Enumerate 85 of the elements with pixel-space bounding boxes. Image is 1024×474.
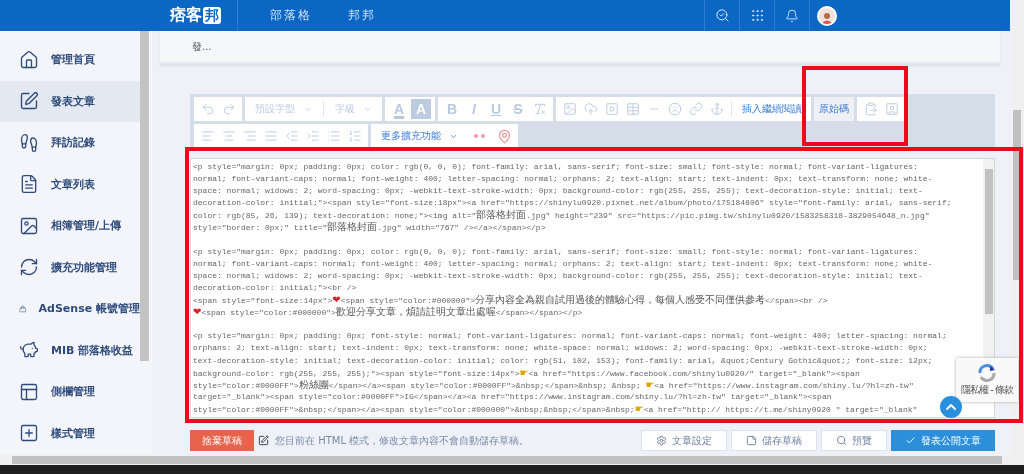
anchor-icon [709,102,724,116]
footprint-icon [19,132,39,153]
code-line: <p style="margin: 0px; padding: 0px; font-style: normal; font-variant-ligatures: normal; font-variant-caps: normal; font-weight: 400; letter-spacing: normal; [193,330,947,343]
sidebar-item[interactable]: 文章列表 [0,163,140,205]
align-right-icon [242,129,257,143]
code-line: color: rgb(85, 26, 139); text-decoration: none;"><img alt="部落格封面.jpg" height="239" src="https://pic.pimg.tw/shinylu0920/1583258318-3829054648_n.jpg" [193,209,930,221]
logo-badge: 邦 [203,7,221,24]
image-icon [19,215,39,236]
recaptcha-icon [977,363,997,382]
sidebar-item[interactable]: 相簿管理/上傳 [0,205,140,247]
add-icon [19,423,39,444]
sidebar-item[interactable]: 拜訪記錄 [0,122,140,164]
code-line: <span style="font-size:14px">❤<span style="color:#000000">分享內容全為親自試用過後的體驗心得，每個人感受不同僅供參考</span><br /> [193,294,828,306]
code-line: orphans: 2; text-align: start; text-indent: 0px; text-transform: none; white-space: normal; widows: 2; word-spacing: 0px; -webkit-text-stroke-width: 0px; [193,342,928,355]
nav-link[interactable]: 部落格 [270,7,312,24]
gear-icon [656,435,667,446]
map-pin-icon [497,128,512,144]
numbered-list-icon [347,129,362,143]
check-icon [905,435,916,446]
indent-icon [305,129,320,143]
search-icon [836,435,847,446]
table-icon [625,102,640,116]
face-icon [667,102,682,116]
recaptcha-text[interactable]: 隱私權 - 條款 [961,382,1013,397]
justify-icon [263,129,278,143]
note-icon [746,435,757,446]
code-line: space: normal; widows: 2; word-spacing: 0px; -webkit-text-stroke-width: 0px; background-color: rgb(255, 255, 255); text-decoration-style: initial; text- [193,185,923,198]
discard-draft-button[interactable]: 捨棄草稿 [190,430,254,451]
avatar-icon [817,5,837,26]
edit-icon [19,91,39,112]
sidebar-item[interactable]: AdSense 帳號管理 [0,288,140,330]
nav-link[interactable]: 邦邦 [348,7,376,24]
html-mode-notice: 您目前在 HTML 模式，修改文章內容不會自動儲存草稿。 [275,433,530,448]
layout-icon [19,381,39,402]
logo-text: 痞客 [170,5,202,26]
home-icon [19,49,39,70]
code-line: style="border: 0px;" title="部落格封面.jpg" width="767" /></a></span></p> [193,221,546,234]
code-line: target="_blank"><span style="color:#0000FF">IG</span></a><a href="https://www.instagram.com/shiny.lu/?hl=zh-tw" target="_blank"><span [193,390,832,403]
code-line: style="color:#0000FF">粉絲團</span></a><span style="color:#0000FF">&nbsp;</span>&nbsp; &nbsp; ☛<a href="https://www.instagram.com/shiny.lu/?hl=zh-tw" [193,378,914,391]
code-line: text-decoration-style: initial; text-decoration-color: initial; color: rgb(51, 102, 153); font-family: arial, &quot;Century Gothic&quot;; font-size: 12px; [193,354,933,367]
search-icon [714,8,730,23]
clipboard-icon [863,102,878,116]
code-line: style="color:#0000FF">&nbsp;</span></a><span style="color:#000000">&nbsp;&nbsp;</span>&nbsp;☛<a href="http:// https://t.me/shiny0920 " target="_blank" [193,402,918,415]
code-line: ❤<span style="color:#000000">歡迎分享文章，煩請註明文章出處喔</span></span></p> [193,306,583,319]
horizontal-scrollbar[interactable] [0,455,1024,465]
outdent-icon [284,129,299,143]
editor-scrollbar[interactable] [983,159,994,359]
source-code-button[interactable]: 原始碼 [814,97,854,121]
sidebar-item[interactable]: MIB 部落格收益 [0,329,140,371]
code-line: decoration-color: initial;"><br /> [193,281,357,294]
user-card-icon [884,102,899,116]
code-line: background-color: rgb(255, 255, 255);"><span style="font-size:14px">☛<a href="https://www.facebook.com/shinylu0920/" target="_blank"><span [193,366,860,379]
code-line: normal; font-variant-caps: normal; font-weight: 400; letter-spacing: normal; orphans: 2; text-align: start; text-indent: 0px; text-transform: none; white- [193,173,933,186]
link-icon [688,102,703,116]
grid-icon [749,8,765,23]
sidebar-item[interactable]: 擴充功能管理 [0,246,140,288]
sidebar-item[interactable]: 側欄管理 [0,371,140,413]
code-line: space: normal; widows: 2; word-spacing: 0px; -webkit-text-stroke-width: 0px; background-color: rgb(255, 255, 255); text-decoration-style: initial; text- [193,269,923,282]
refresh-icon [19,257,39,278]
bullet-list-icon [326,129,341,143]
title-field[interactable]: 發... [192,39,212,54]
code-line: decoration-color: initial;"><span style="font-size:18px"><a href="https://shinylu0920.pixnet.net/album/photo/175184806" style="font-family: arial, sans-serif; [193,197,952,209]
cloud-upload-icon [583,102,598,116]
dots-icon [474,134,485,138]
image-icon [562,102,577,116]
undo-icon [200,102,215,116]
clear-format-icon [532,102,547,116]
align-left-icon [200,129,215,143]
redo-icon [221,102,236,116]
sidebar-scrollbar[interactable] [140,31,152,455]
sidebar-item[interactable]: 樣式管理 [0,412,140,454]
video-icon [604,102,619,116]
bell-icon [785,8,799,23]
code-line: <p style="margin: 0px; padding: 0px; color: rgb(0, 0, 0); font-family: arial, sans-serif; font-size: small; font-style: normal; font-variant-ligatures: [193,245,918,258]
code-line: <p style="margin: 0px; padding: 0px; color: rgb(0, 0, 0); font-family: arial, sans-serif; font-size: small; font-style: normal; font-variant-ligatures: [193,161,918,173]
sidebar-item[interactable]: 發表文章 [0,80,140,122]
code-line: normal; font-variant-caps: normal; font-weight: 400; letter-spacing: normal; orphans: 2; text-align: start; text-indent: 0px; text-transform: none; white- [193,257,933,270]
document-icon [19,174,39,195]
footer-button[interactable]: 發表公開文章 [891,430,995,451]
edit-icon [258,435,269,446]
footer-button[interactable]: 預覽 [821,430,887,451]
sidebar-item[interactable]: 管理首頁 [0,39,140,81]
footer-button[interactable]: 儲存草稿 [731,430,817,451]
footer-button[interactable]: 文章設定 [641,430,727,451]
align-center-icon [221,129,236,143]
